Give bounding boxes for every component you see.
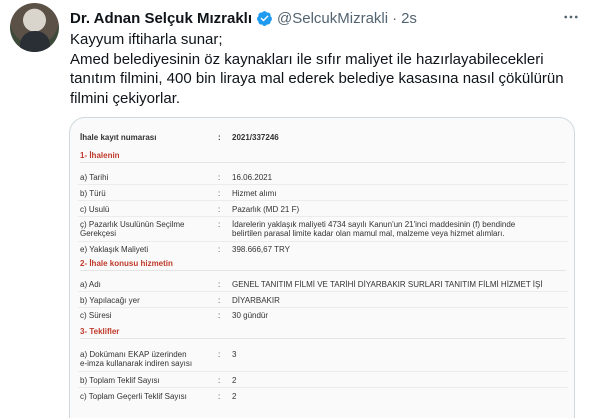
- doc-row-ihale-kayit: İhale kayıt numarası : 2021/337246: [80, 133, 570, 142]
- divider: [78, 200, 568, 201]
- doc-row: b) Yapılacağı yer : DİYARBAKIR: [80, 296, 570, 305]
- doc-row: c) Süresi : 30 gündür: [80, 311, 570, 320]
- doc-label-line: Gerekçesi: [80, 229, 117, 238]
- divider: [78, 216, 568, 217]
- doc-value: İdarelerin yaklaşık maliyeti 4734 sayılı…: [232, 220, 570, 238]
- doc-value: 2021/337246: [232, 133, 279, 142]
- divider: [78, 307, 568, 308]
- doc-sep: :: [218, 392, 221, 401]
- divider: [78, 387, 568, 388]
- doc-sep: :: [218, 280, 221, 289]
- doc-label: a) Dokümanı EKAP üzerinden e-imza kullan…: [80, 350, 218, 368]
- avatar[interactable]: [10, 3, 59, 52]
- tweet-line: filmini çekiyorlar.: [70, 89, 181, 107]
- doc-sep: :: [218, 311, 221, 320]
- more-options-icon[interactable]: [560, 8, 582, 26]
- doc-label: c) Toplam Geçerli Teklif Sayısı: [80, 392, 187, 401]
- doc-label: a) Tarihi: [80, 173, 109, 182]
- doc-value-line: İdarelerin yaklaşık maliyeti 4734 sayılı…: [232, 220, 516, 229]
- divider: [78, 291, 568, 292]
- doc-row: a) Tarihi : 16.06.2021: [80, 173, 570, 182]
- doc-row: b) Toplam Teklif Sayısı : 2: [80, 376, 570, 385]
- author-handle[interactable]: @SelcukMizrakli: [277, 10, 388, 27]
- doc-value: Pazarlık (MD 21 F): [232, 205, 300, 214]
- doc-row: c) Toplam Geçerli Teklif Sayısı : 2: [80, 392, 570, 401]
- doc-label: c) Usulü: [80, 205, 110, 214]
- doc-row: a) Adı : GENEL TANITIM FİLMİ VE TARİHİ D…: [80, 280, 570, 289]
- doc-sep: :: [218, 189, 221, 198]
- doc-label: b) Türü: [80, 189, 106, 198]
- doc-sep: :: [218, 245, 221, 254]
- doc-value: 398.666,67 TRY: [232, 245, 290, 254]
- doc-row: c) Usulü : Pazarlık (MD 21 F): [80, 205, 570, 214]
- doc-value: 3: [232, 350, 237, 359]
- divider: [78, 184, 568, 185]
- author-name[interactable]: Dr. Adnan Selçuk Mızraklı: [70, 10, 252, 27]
- doc-sep: :: [218, 350, 221, 359]
- doc-row: a) Dokümanı EKAP üzerinden e-imza kullan…: [80, 350, 570, 368]
- doc-section-1: 1- İhalenin: [80, 151, 566, 163]
- tweet-line: tanıtım filmini, 400 bin liraya mal eder…: [70, 70, 564, 87]
- doc-sep: :: [218, 376, 221, 385]
- doc-sep: :: [218, 220, 221, 229]
- doc-label-line: ç) Pazarlık Usulünün Seçilme: [80, 220, 185, 229]
- doc-row: ç) Pazarlık Usulünün Seçilme Gerekçesi :…: [80, 220, 570, 238]
- doc-label: ç) Pazarlık Usulünün Seçilme Gerekçesi: [80, 220, 218, 238]
- doc-label: e) Yaklaşık Maliyeti: [80, 245, 149, 254]
- doc-label: İhale kayıt numarası: [80, 133, 157, 142]
- tweet-header: Dr. Adnan Selçuk Mızraklı @SelcukMizrakl…: [70, 8, 417, 28]
- doc-label: a) Adı: [80, 280, 101, 289]
- tender-document: İhale kayıt numarası : 2021/337246 1- İh…: [70, 118, 574, 418]
- doc-value: DİYARBAKIR: [232, 296, 280, 305]
- doc-value: Hizmet alımı: [232, 189, 277, 198]
- doc-value: GENEL TANITIM FİLMİ VE TARİHİ DİYARBAKIR…: [232, 280, 543, 289]
- doc-row: e) Yaklaşık Maliyeti : 398.666,67 TRY: [80, 245, 570, 254]
- divider: [78, 371, 568, 372]
- verified-badge-icon: [257, 10, 272, 26]
- doc-label-line: a) Dokümanı EKAP üzerinden: [80, 350, 187, 359]
- doc-sep: :: [218, 173, 221, 182]
- doc-value-line: belirtilen parasal limite kadar olan mam…: [232, 229, 505, 238]
- doc-label: c) Süresi: [80, 311, 112, 320]
- doc-value: 2: [232, 376, 237, 385]
- doc-sep: :: [218, 296, 221, 305]
- tweet-line: Amed belediyesinin öz kaynakları ile sıf…: [70, 50, 544, 68]
- tweet-line: Kayyum iftiharla sunar;: [70, 31, 223, 48]
- doc-label-line: e-imza kullanarak indiren sayısı: [80, 359, 193, 368]
- doc-label: b) Yapılacağı yer: [80, 296, 140, 305]
- doc-section-2: 2- İhale konusu hizmetin: [80, 259, 566, 271]
- doc-value: 2: [232, 392, 237, 401]
- tweet-time[interactable]: 2s: [401, 10, 417, 27]
- separator-dot: ·: [392, 9, 398, 27]
- doc-row: b) Türü : Hizmet alımı: [80, 189, 570, 198]
- doc-label: b) Toplam Teklif Sayısı: [80, 376, 160, 385]
- doc-sep: :: [218, 205, 221, 214]
- doc-section-3: 3- Teklifler: [80, 327, 566, 339]
- divider: [78, 241, 568, 242]
- tweet-text: Kayyum iftiharla sunar; Amed belediyesin…: [70, 30, 585, 108]
- doc-sep: :: [218, 133, 221, 142]
- doc-value: 30 gündür: [232, 311, 269, 320]
- doc-value: 16.06.2021: [232, 173, 273, 182]
- tweet-image[interactable]: İhale kayıt numarası : 2021/337246 1- İh…: [69, 117, 575, 418]
